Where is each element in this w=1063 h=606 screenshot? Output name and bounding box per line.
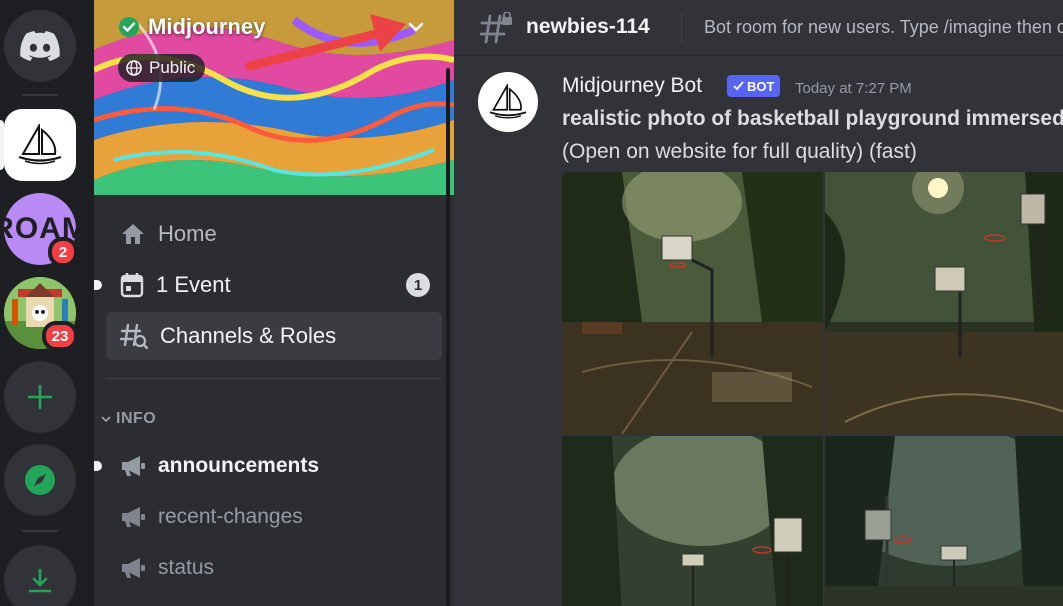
channel-browse-icon	[120, 323, 148, 349]
nav-events-label: 1 Event	[156, 272, 231, 297]
explore-servers-button[interactable]	[4, 444, 76, 516]
bot-tag-label: BOT	[747, 78, 775, 94]
unread-indicator	[94, 280, 102, 290]
generated-image-3[interactable]	[562, 436, 823, 606]
nav-events[interactable]: 1 Event 1	[94, 261, 442, 309]
sidebar-divider	[106, 378, 442, 379]
sailboat-icon	[18, 124, 62, 165]
download-apps-button[interactable]	[4, 545, 76, 606]
rail-separator	[22, 530, 58, 532]
category-info[interactable]: INFO	[100, 410, 156, 428]
channel-sidebar: Midjourney Public Home 1 Event 1 Channel…	[94, 0, 454, 606]
mention-badge: 23	[42, 321, 78, 351]
checkmark-icon	[733, 81, 744, 91]
chevron-down-icon	[101, 416, 111, 423]
channel-header: newbies-114 Bot room for new users. Type…	[454, 0, 1063, 56]
channel-label: announcements	[158, 454, 320, 477]
annotation-arrow-icon	[245, 14, 406, 71]
channel-status[interactable]: status	[106, 546, 442, 590]
mention-badge: 2	[48, 237, 78, 267]
nav-home[interactable]: Home	[106, 210, 442, 258]
locked-hash-icon	[480, 12, 512, 44]
basketball-court-image-icon	[562, 436, 823, 606]
globe-icon	[126, 60, 142, 76]
discord-logo-icon	[20, 31, 60, 61]
channel-title: newbies-114	[526, 15, 650, 38]
roam-logo-text: ROAM	[0, 212, 88, 245]
verified-check-icon	[119, 17, 139, 37]
message-note: (Open on website for full quality) (fast…	[562, 140, 917, 163]
nav-channels-roles-label: Channels & Roles	[160, 323, 337, 348]
server-banner: Midjourney Public	[94, 0, 454, 195]
midjourney-server[interactable]	[4, 109, 76, 181]
header-divider	[681, 12, 682, 44]
home-button[interactable]	[4, 10, 76, 82]
channel-label: status	[158, 556, 215, 579]
basketball-court-image-icon	[825, 436, 1063, 606]
chat-area: newbies-114 Bot room for new users. Type…	[454, 0, 1063, 606]
channel-label: recent-changes	[158, 505, 303, 528]
author-avatar[interactable]	[478, 72, 538, 132]
message-timestamp: Today at 7:27 PM	[795, 80, 912, 97]
basketball-court-image-icon	[825, 172, 1063, 434]
home-icon	[122, 224, 144, 244]
nav-channels-roles[interactable]: Channels & Roles	[106, 312, 442, 360]
public-label: Public	[149, 58, 196, 77]
public-badge: Public	[118, 54, 206, 82]
bot-tag: BOT	[727, 75, 781, 97]
message-author[interactable]: Midjourney Bot	[562, 74, 702, 98]
generated-image-1[interactable]	[562, 172, 823, 434]
plus-icon	[27, 384, 53, 410]
channel-recent-changes[interactable]: recent-changes	[106, 495, 442, 539]
channel-topic[interactable]: Bot room for new users. Type /imagine th…	[704, 17, 1063, 38]
megaphone-icon	[122, 558, 145, 578]
unread-indicator	[94, 461, 102, 471]
megaphone-icon	[122, 456, 145, 476]
basketball-court-image-icon	[562, 172, 823, 434]
server-rail: ROAM 2 23	[0, 0, 94, 606]
chevron-down-icon[interactable]	[405, 16, 427, 38]
compass-icon	[25, 465, 55, 495]
category-info-label: INFO	[116, 410, 157, 427]
roam-server[interactable]: ROAM 2	[0, 193, 87, 267]
generated-image-2[interactable]	[825, 172, 1063, 434]
message-prompt: realistic photo of basketball playground…	[562, 107, 1063, 130]
sailboat-icon	[489, 84, 527, 119]
image-grid[interactable]	[562, 172, 1063, 606]
event-count-badge: 1	[406, 273, 430, 297]
download-icon	[28, 568, 52, 593]
calendar-icon	[120, 273, 144, 298]
add-server-button[interactable]	[4, 361, 76, 433]
channel-announcements[interactable]: announcements	[94, 444, 442, 488]
sidebar-scrollbar[interactable]	[446, 68, 450, 606]
nav-home-label: Home	[158, 221, 217, 246]
rail-separator	[22, 94, 58, 96]
game-server[interactable]: 23	[4, 277, 78, 351]
megaphone-icon	[122, 507, 145, 527]
generated-image-4[interactable]	[825, 436, 1063, 606]
